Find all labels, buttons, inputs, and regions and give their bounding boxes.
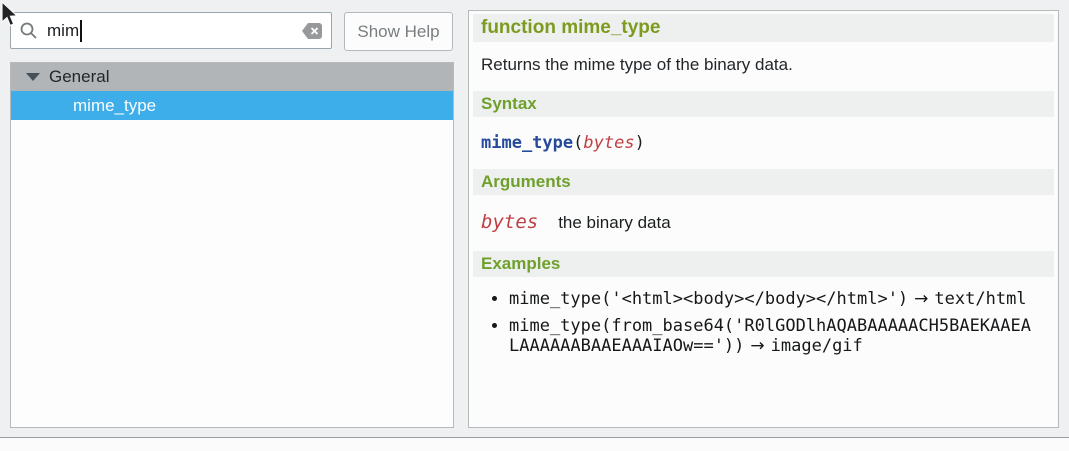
example-result: image/gif <box>771 336 863 356</box>
search-icon <box>19 21 38 40</box>
close-paren: ) <box>635 133 645 153</box>
help-title: function mime_type <box>473 14 1054 42</box>
search-input[interactable]: mim <box>10 12 332 49</box>
function-name: mime_type <box>481 133 573 153</box>
mouse-cursor-icon <box>0 1 20 29</box>
tree-item-mime-type[interactable]: mime_type <box>11 91 453 120</box>
help-description: Returns the mime type of the binary data… <box>481 55 1046 75</box>
section-heading-syntax: Syntax <box>473 91 1054 117</box>
tree-group-label: General <box>49 67 109 87</box>
example-result: text/html <box>934 289 1026 309</box>
tree-group-general[interactable]: General <box>11 63 453 91</box>
bottom-strip <box>0 438 1069 451</box>
example-item: mime_type(from_base64('R0lGODlhAQABAAAAA… <box>509 316 1037 356</box>
argument-description: the binary data <box>558 213 670 233</box>
section-heading-examples: Examples <box>473 251 1054 277</box>
tree-item-label: mime_type <box>73 96 156 116</box>
arrow-glyph: → <box>914 289 928 309</box>
example-code: mime_type('<html><body></body></html>') <box>509 289 908 309</box>
argument-row: bytes the binary data <box>481 211 1046 233</box>
syntax-arg: bytes <box>583 133 634 153</box>
open-paren: ( <box>573 133 583 153</box>
examples-list: mime_type('<html><body></body></html>') →… <box>473 289 1054 356</box>
section-heading-arguments: Arguments <box>473 169 1054 195</box>
argument-name: bytes <box>481 211 538 233</box>
arrow-glyph: → <box>750 336 764 356</box>
text-caret <box>80 20 82 42</box>
function-tree-panel: General mime_type <box>10 62 454 428</box>
help-content-panel: function mime_type Returns the mime type… <box>468 10 1059 428</box>
search-input-value[interactable]: mim <box>47 21 79 41</box>
example-item: mime_type('<html><body></body></html>') →… <box>509 289 1037 309</box>
collapse-arrow-icon[interactable] <box>26 73 40 81</box>
syntax-code: mime_type(bytes) <box>481 133 1046 153</box>
clear-search-icon[interactable] <box>301 22 323 40</box>
show-help-button[interactable]: Show Help <box>344 12 453 51</box>
